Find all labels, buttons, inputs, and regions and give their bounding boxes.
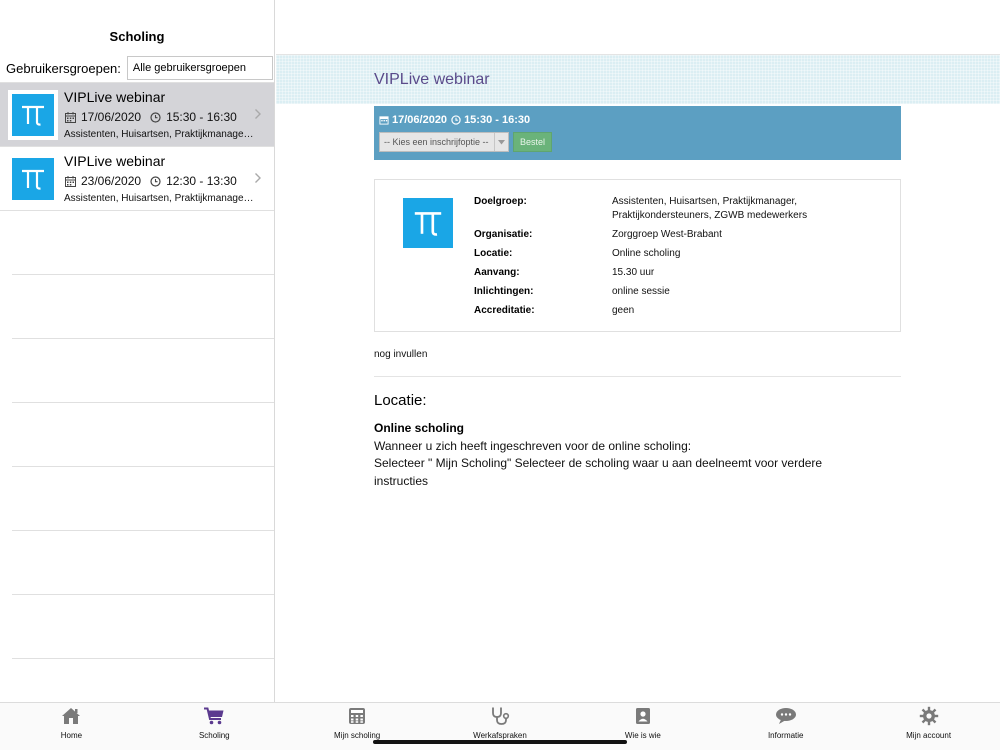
detail-row: Doelgroep: Assistenten, Huisartsen, Prak… [474,195,822,223]
location-name: Online scholing [374,421,465,435]
course-date: 17/06/2020 [81,110,142,124]
calendar-icon [379,115,389,125]
detail-banner: VIPLive webinar [276,55,1000,104]
empty-list-row [12,531,274,595]
empty-list-row [12,275,274,339]
empty-list-row [12,595,274,659]
divider [374,376,901,377]
clock-icon [149,175,161,187]
detail-value: 15.30 uur [612,267,655,278]
location-description: Online scholing Wanneer u zich heeft ing… [374,420,874,490]
detail-value: online sessie [612,286,670,297]
pi-logo-icon [22,105,44,126]
detail-key: Inlichtingen: [474,286,534,297]
chevron-down-icon [494,133,508,151]
course-time: 15:30 - 16:30 [166,110,237,124]
page-title: VIPLive webinar [374,70,490,88]
tab-label: Mijn scholing [334,731,381,740]
sidebar: Scholing Gebruikersgroepen: Alle gebruik… [0,0,275,702]
chevron-right-icon [254,171,262,189]
location-line: Wanneer u zich heeft ingeschreven voor d… [374,438,692,453]
course-thumbnail [8,153,58,204]
detail-value: Online scholing [612,248,681,259]
detail-row: Inlichtingen: online sessie [474,285,822,299]
contact-icon [632,706,654,726]
empty-list-row [12,339,274,403]
clock-icon [149,111,161,123]
user-group-filter: Gebruikersgroepen: Alle gebruikersgroepe… [0,55,274,81]
tab-label: Scholing [198,731,230,740]
detail-top-bar [276,0,1000,55]
home-indicator [373,740,627,744]
course-groups: Assistenten, Huisartsen, Praktijkmanager… [64,129,254,140]
pi-logo-icon [414,212,442,236]
course-title: VIPLive webinar [64,89,166,105]
course-list: VIPLive webinar 17/06/2020 15:30 - 16:30… [0,82,274,659]
tab-informatie[interactable]: Informatie [714,703,857,750]
clock-icon [451,115,461,125]
detail-key: Aanvang: [474,267,520,278]
empty-list-row [12,211,274,275]
detail-row: Accreditatie: geen [474,304,822,318]
empty-list-row [12,467,274,531]
gear-icon [918,706,940,726]
course-list-item[interactable]: VIPLive webinar 17/06/2020 15:30 - 16:30… [0,83,274,147]
calculator-icon [346,706,368,726]
chat-icon [775,706,797,726]
detail-value: Zorggroep West-Brabant [612,229,722,240]
calendar-icon [64,111,76,123]
registration-option-placeholder: -- Kies een inschrijfoptie -- [384,137,489,147]
stethoscope-icon [489,706,511,726]
session-time: 15:30 - 16:30 [464,114,531,126]
session-date: 17/06/2020 [392,114,448,126]
user-group-select[interactable]: Alle gebruikersgroepen [126,56,273,80]
course-logo [403,198,453,248]
tab-mijn-account[interactable]: Mijn account [857,703,1000,750]
course-groups: Assistenten, Huisartsen, Praktijkmanager… [64,193,254,204]
course-list-item[interactable]: VIPLive webinar 23/06/2020 12:30 - 13:30… [0,147,274,211]
app: Scholing Gebruikersgroepen: Alle gebruik… [0,0,1000,750]
tab-label: Wie is wie [624,731,661,740]
cart-icon [203,706,225,726]
detail-pane: VIPLive webinar 17/06/2020 15:30 - 16:30… [276,0,1000,702]
registration-option-select[interactable]: -- Kies een inschrijfoptie -- [379,132,509,152]
tab-label: Informatie [767,731,804,740]
tab-label: Mijn account [906,731,952,740]
detail-row: Locatie: Online scholing [474,247,822,261]
empty-list-row [12,403,274,467]
tab-label: Werkafspraken [473,731,527,740]
course-details-table: Doelgroep: Assistenten, Huisartsen, Prak… [474,195,822,323]
pi-logo-icon [22,169,44,190]
sidebar-title: Scholing [109,29,165,44]
tab-home[interactable]: Home [0,703,143,750]
chevron-right-icon [254,107,262,125]
session-bar: 17/06/2020 15:30 - 16:30 -- Kies een ins… [374,106,901,160]
detail-key: Locatie: [474,248,513,259]
location-line: Selecteer " Mijn Scholing" Selecteer de … [374,456,823,488]
detail-row: Organisatie: Zorggroep West-Brabant [474,228,822,242]
course-time: 12:30 - 13:30 [166,174,237,188]
order-button[interactable]: Bestel [513,132,553,152]
course-thumbnail [8,89,58,140]
course-title: VIPLive webinar [64,153,166,169]
detail-value: geen [612,305,635,316]
location-heading: Locatie: [374,392,427,409]
tab-label: Home [60,731,83,740]
detail-value: Assistenten, Huisartsen, Praktijkmanager… [612,196,808,221]
tab-scholing[interactable]: Scholing [143,703,286,750]
course-date: 23/06/2020 [81,174,142,188]
detail-key: Doelgroep: [474,196,527,207]
course-info-card: Doelgroep: Assistenten, Huisartsen, Prak… [374,179,901,332]
course-note: nog invullen [374,349,428,360]
detail-key: Accreditatie: [474,305,535,316]
filter-label: Gebruikersgroepen: [6,60,121,76]
detail-key: Organisatie: [474,229,533,240]
home-icon [60,706,82,726]
detail-row: Aanvang: 15.30 uur [474,266,822,280]
calendar-icon [64,175,76,187]
